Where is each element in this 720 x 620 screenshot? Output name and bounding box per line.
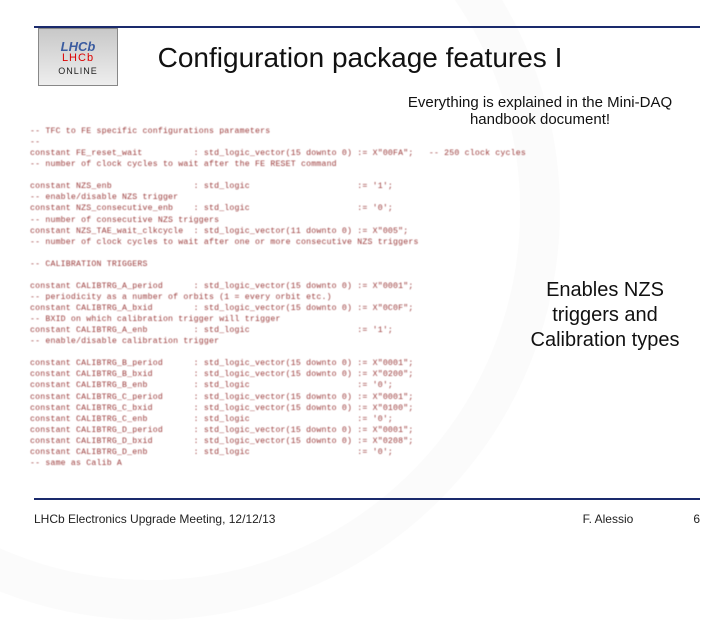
page-title: Configuration package features I <box>0 42 720 74</box>
footer-meeting: LHCb Electronics Upgrade Meeting, 12/12/… <box>34 512 275 526</box>
handbook-note: Everything is explained in the Mini-DAQ … <box>400 94 680 128</box>
callout-nzs: Enables NZS triggers and Calibration typ… <box>530 278 680 353</box>
vhdl-code-block: -- TFC to FE specific configurations par… <box>30 126 530 469</box>
footer-author: F. Alessio <box>583 512 634 526</box>
top-rule <box>34 26 700 28</box>
bottom-rule <box>34 498 700 500</box>
footer-page: 6 <box>693 512 700 526</box>
footer: LHCb Electronics Upgrade Meeting, 12/12/… <box>34 512 700 526</box>
